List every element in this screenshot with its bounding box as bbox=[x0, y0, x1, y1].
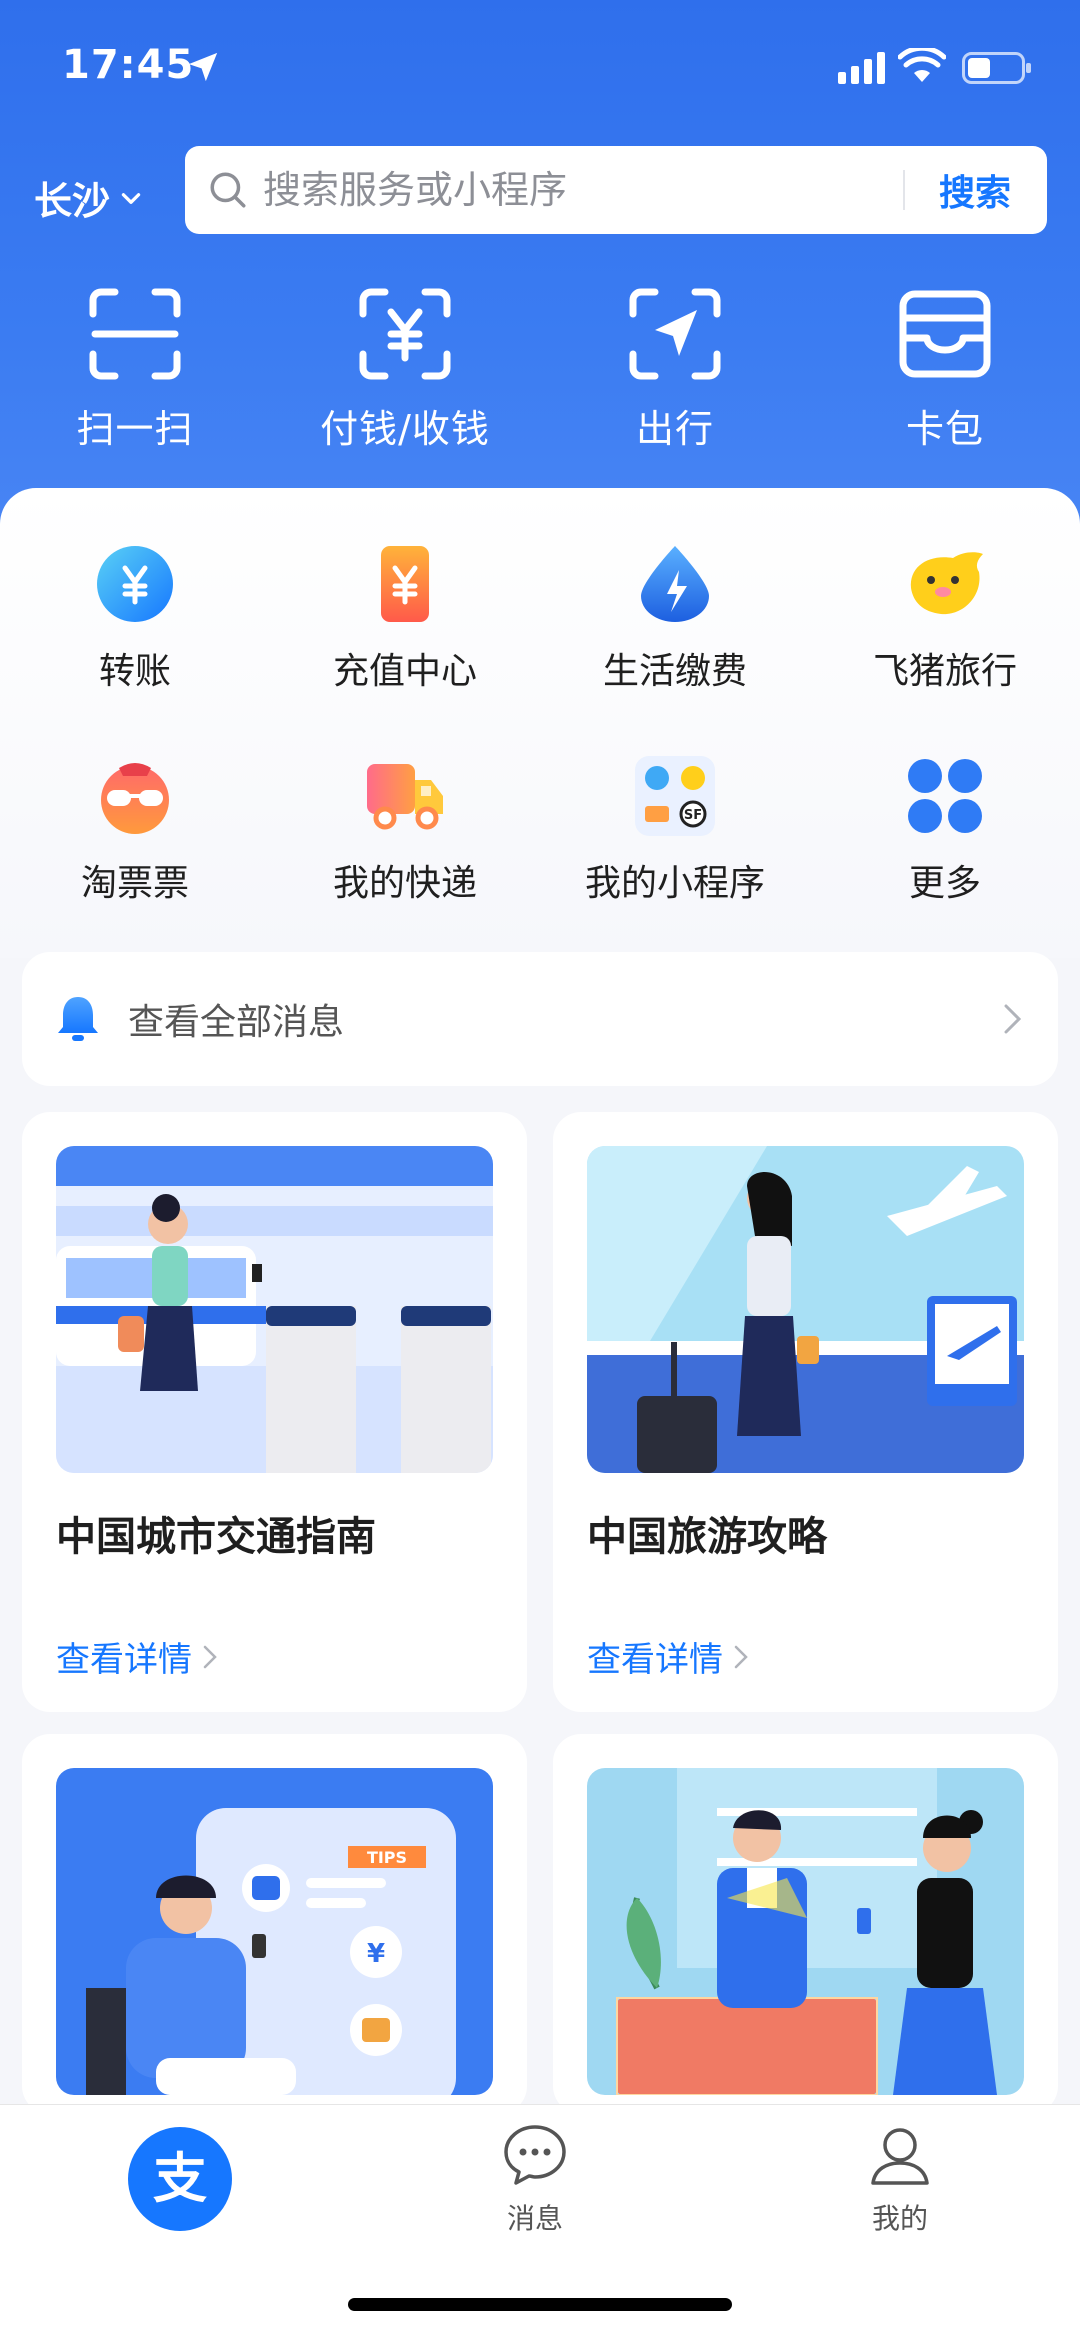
service-label: 充值中心 bbox=[332, 651, 477, 692]
utility-icon bbox=[641, 546, 709, 622]
quick-action-travel[interactable]: 出行 bbox=[540, 286, 810, 453]
wifi-icon bbox=[898, 48, 946, 82]
service-utility[interactable]: 生活缴费 bbox=[540, 544, 810, 694]
tab-home[interactable]: 支 bbox=[128, 2127, 232, 2231]
quick-action-label: 出行 bbox=[635, 407, 714, 451]
transfer-icon bbox=[97, 546, 173, 622]
search-input[interactable] bbox=[263, 168, 903, 212]
tips-illustration: TIPS ¥ bbox=[56, 1768, 493, 2095]
tab-mine[interactable]: 我的 bbox=[867, 2123, 933, 2237]
status-bar: 17:45 bbox=[0, 0, 1080, 140]
status-time: 17:45 bbox=[62, 42, 195, 88]
quick-action-scan[interactable]: 扫一扫 bbox=[0, 286, 270, 453]
card-details-link[interactable]: 查看详情 bbox=[587, 1632, 749, 1681]
search-icon bbox=[210, 172, 246, 208]
service-label: 转账 bbox=[98, 651, 171, 692]
svg-text:TIPS: TIPS bbox=[367, 1848, 407, 1867]
search-bar[interactable]: 搜索 bbox=[185, 146, 1047, 234]
fliggy-icon bbox=[910, 552, 983, 615]
taopiaopiao-icon bbox=[101, 763, 169, 834]
mini-programs-icon: SF bbox=[635, 756, 715, 836]
home-glyph: 支 bbox=[153, 2147, 207, 2210]
service-more[interactable]: 更多 bbox=[810, 756, 1080, 906]
tab-label: 我的 bbox=[871, 2202, 928, 2235]
chevron-right-icon bbox=[203, 1645, 217, 1668]
tab-messages[interactable]: 消息 bbox=[502, 2123, 568, 2237]
service-recharge[interactable]: 充值中心 bbox=[270, 544, 540, 694]
card-shopping[interactable] bbox=[553, 1734, 1058, 2114]
all-messages-bar[interactable]: 查看全部消息 bbox=[22, 952, 1058, 1086]
city-selector[interactable]: 长沙 bbox=[34, 170, 144, 225]
all-messages-label: 查看全部消息 bbox=[128, 1002, 345, 1043]
quick-action-pay[interactable]: 付钱/收钱 bbox=[270, 286, 540, 453]
service-label: 生活缴费 bbox=[602, 651, 747, 692]
cellular-signal-icon bbox=[838, 52, 885, 84]
bell-icon bbox=[58, 997, 98, 1041]
recharge-icon bbox=[381, 546, 429, 622]
search-button[interactable]: 搜索 bbox=[905, 164, 1047, 216]
more-grid-icon bbox=[908, 759, 982, 833]
service-label: 更多 bbox=[908, 863, 981, 904]
svg-text:¥: ¥ bbox=[367, 1939, 385, 1969]
service-label: 我的小程序 bbox=[584, 863, 765, 904]
location-arrow-icon bbox=[188, 52, 218, 82]
service-label: 飞猪旅行 bbox=[872, 651, 1017, 692]
card-details-label: 查看详情 bbox=[587, 1640, 723, 1680]
svg-text:SF: SF bbox=[684, 808, 702, 823]
city-name: 长沙 bbox=[34, 179, 111, 223]
wallet-icon bbox=[899, 290, 991, 378]
user-profile-icon bbox=[871, 2128, 929, 2185]
card-travel-guide[interactable]: 中国旅游攻略 查看详情 bbox=[553, 1112, 1058, 1712]
card-title: 中国城市交通指南 bbox=[56, 1514, 376, 1560]
chevron-right-icon bbox=[734, 1645, 748, 1668]
tab-label: 消息 bbox=[506, 2202, 563, 2235]
alipay-home-icon: 支 bbox=[128, 2127, 232, 2231]
scan-icon bbox=[89, 288, 181, 380]
quick-action-wallet[interactable]: 卡包 bbox=[810, 286, 1080, 453]
service-delivery[interactable]: 我的快递 bbox=[270, 756, 540, 906]
card-tips[interactable]: TIPS ¥ bbox=[22, 1734, 527, 2114]
quick-action-label: 卡包 bbox=[905, 407, 984, 451]
service-mini-programs[interactable]: SF 我的小程序 bbox=[540, 756, 810, 906]
travel-icon bbox=[629, 288, 721, 380]
quick-action-label: 扫一扫 bbox=[76, 407, 194, 451]
home-indicator bbox=[348, 2298, 732, 2311]
battery-icon bbox=[962, 52, 1031, 84]
services-panel: 转账 充值中心 生活缴费 飞猪旅行 淘票票 我的快递 SF 我的小程序 更多 bbox=[0, 488, 1080, 958]
travel-illustration bbox=[587, 1146, 1024, 1473]
card-details-link[interactable]: 查看详情 bbox=[56, 1632, 218, 1681]
service-label: 淘票票 bbox=[80, 863, 189, 904]
card-transport-guide[interactable]: 中国城市交通指南 查看详情 bbox=[22, 1112, 527, 1712]
quick-action-label: 付钱/收钱 bbox=[320, 407, 490, 451]
service-fliggy[interactable]: 飞猪旅行 bbox=[810, 544, 1080, 694]
delivery-truck-icon bbox=[367, 764, 443, 830]
service-transfer[interactable]: 转账 bbox=[0, 544, 270, 694]
chat-bubble-icon bbox=[504, 2125, 566, 2185]
chevron-right-icon bbox=[1004, 1004, 1022, 1034]
pay-icon bbox=[359, 288, 451, 380]
chevron-down-icon bbox=[121, 192, 141, 204]
card-title: 中国旅游攻略 bbox=[587, 1514, 827, 1560]
transport-illustration bbox=[56, 1146, 493, 1473]
service-label: 我的快递 bbox=[332, 863, 477, 904]
shopping-illustration bbox=[587, 1768, 1024, 2095]
quick-actions: 扫一扫 付钱/收钱 出行 卡包 bbox=[0, 286, 1080, 453]
service-taopiaopiao[interactable]: 淘票票 bbox=[0, 756, 270, 906]
card-details-label: 查看详情 bbox=[56, 1640, 192, 1680]
